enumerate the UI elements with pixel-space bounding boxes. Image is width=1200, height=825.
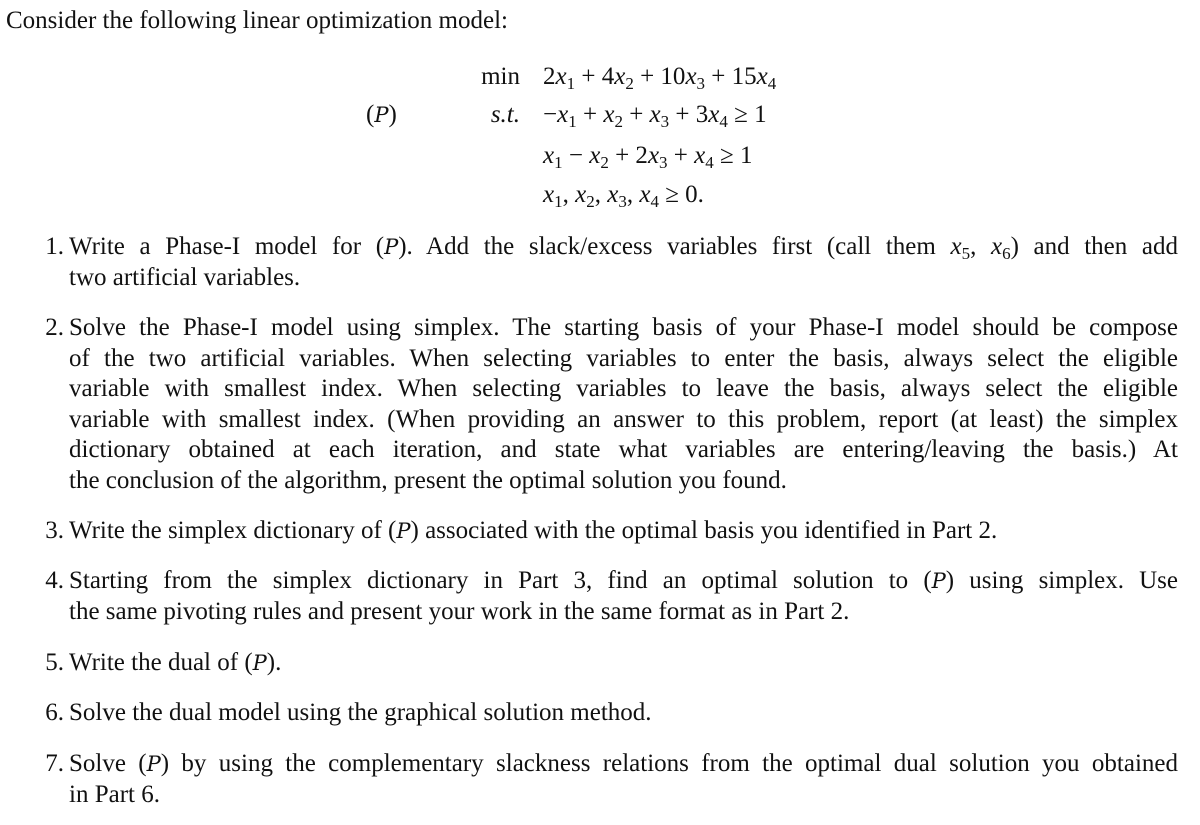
constraint-expression: −x1 + x2 + x3 + 3x4 ≥ 1 bbox=[543, 101, 767, 131]
question-text-line: two artificial variables. bbox=[69, 263, 301, 291]
question-item: 2. Solve the Phase-I model using simplex… bbox=[36, 313, 1178, 497]
nonnegativity-expression: x1, x2, x3, x4 ≥ 0. bbox=[543, 181, 704, 211]
question-number: 4. bbox=[45, 567, 64, 594]
question-item: 5. Write the dual of (P). bbox=[36, 648, 1178, 679]
question-text-line: the same pivoting rules and present your… bbox=[69, 597, 850, 625]
constraint-expression: x1 − x2 + 2x3 + x4 ≥ 1 bbox=[543, 142, 753, 172]
question-item: 3. Write the simplex dictionary of (P) a… bbox=[36, 516, 1178, 547]
question-text-line: Solve the Phase-I model using simplex. T… bbox=[69, 314, 1178, 341]
question-number: 3. bbox=[45, 517, 64, 544]
question-text: Solve the Phase-I model using simplex. T… bbox=[69, 313, 1178, 497]
question-text-line: dictionary obtained at each iteration, a… bbox=[69, 436, 1178, 464]
question-number: 7. bbox=[45, 750, 64, 777]
question-text: Write the simplex dictionary of (P) asso… bbox=[69, 516, 1178, 547]
question-text: Write a Phase-I model for (P). Add the s… bbox=[69, 232, 1178, 293]
question-item: 7. Solve (P) by using the complementary … bbox=[36, 749, 1178, 810]
question-text-line: of the two artificial variables. When se… bbox=[69, 344, 1178, 372]
question-number: 5. bbox=[45, 649, 64, 676]
question-text-line: Write the dual of (P). bbox=[69, 649, 282, 676]
question-text: Solve (P) by using the complementary sla… bbox=[69, 749, 1178, 810]
question-text: Write the dual of (P). bbox=[69, 648, 1178, 679]
model-label-symbol: P bbox=[374, 103, 389, 127]
question-item: 4. Starting from the simplex dictionary … bbox=[36, 566, 1178, 627]
question-text-line: Solve the dual model using the graphical… bbox=[69, 699, 652, 726]
intro-text: Consider the following linear optimizati… bbox=[6, 7, 508, 34]
question-number: 1. bbox=[45, 233, 64, 260]
question-text-line: Starting from the simplex dictionary in … bbox=[69, 567, 1178, 594]
question-text: Starting from the simplex dictionary in … bbox=[69, 566, 1178, 627]
question-text-line: variable with smallest index. (When prov… bbox=[69, 405, 1178, 433]
question-text-line: variable with smallest index. When selec… bbox=[69, 375, 1178, 403]
model-label: (P) bbox=[366, 101, 397, 128]
question-item: 1. Write a Phase-I model for (P). Add th… bbox=[36, 232, 1178, 293]
question-text-line: Write a Phase-I model for (P). Add the s… bbox=[69, 233, 1178, 263]
question-number: 2. bbox=[45, 314, 64, 341]
question-item: 6. Solve the dual model using the graphi… bbox=[36, 698, 1178, 729]
question-text-line: Solve (P) by using the complementary sla… bbox=[69, 750, 1178, 777]
question-text-line: the conclusion of the algorithm, present… bbox=[69, 466, 787, 494]
objective-keyword: min bbox=[481, 63, 520, 90]
question-text: Solve the dual model using the graphical… bbox=[69, 698, 1178, 729]
objective-expression: 2x1 + 4x2 + 10x3 + 15x4 bbox=[543, 63, 777, 93]
question-text-line: in Part 6. bbox=[69, 780, 160, 808]
question-number: 6. bbox=[45, 699, 64, 726]
question-text-line: Write the simplex dictionary of (P) asso… bbox=[69, 517, 998, 544]
subject-to-keyword: s.t. bbox=[490, 101, 520, 128]
